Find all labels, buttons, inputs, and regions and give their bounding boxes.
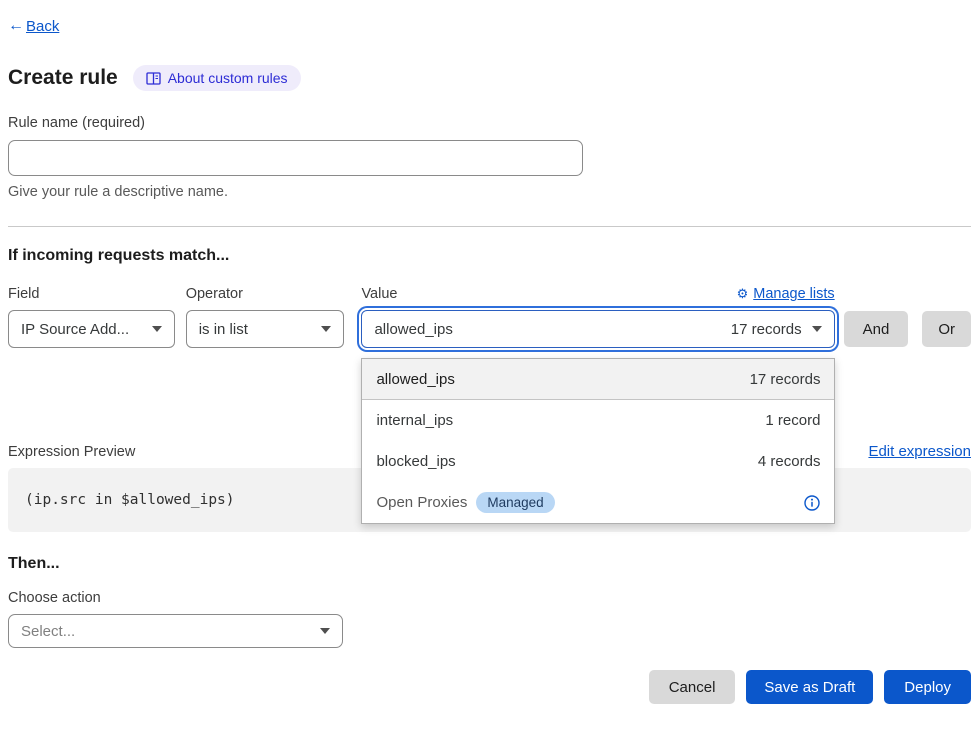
match-heading: If incoming requests match... [8,247,971,265]
operator-select-value: is in list [199,321,248,338]
choose-action-label: Choose action [8,590,971,606]
footer-actions: Cancel Save as Draft Deploy [8,670,971,704]
rule-name-label: Rule name (required) [8,115,971,131]
edit-expression-link[interactable]: Edit expression [868,443,971,460]
value-select-count: 17 records [731,321,802,338]
title-row: Create rule About custom rules [8,65,971,91]
about-custom-rules-link[interactable]: About custom rules [133,65,301,91]
gear-icon: ⚙ [737,286,749,302]
save-as-draft-button[interactable]: Save as Draft [746,670,873,704]
condition-row: Field IP Source Add... Operator is in li… [8,286,971,348]
rule-name-helper: Give your rule a descriptive name. [8,184,971,200]
value-select-value: allowed_ips [374,321,452,338]
back-link[interactable]: ←Back [8,17,59,35]
section-divider [8,226,971,227]
back-arrow-icon: ← [8,17,24,35]
chevron-down-icon [812,326,822,332]
list-record-count: 1 record [765,412,820,429]
field-label: Field [8,286,175,302]
then-heading: Then... [8,555,971,573]
list-name: blocked_ips [376,453,455,470]
value-column: Value ⚙Manage lists allowed_ips 17 recor… [361,286,834,348]
dropdown-item-open-proxies[interactable]: Open Proxies Managed [362,482,834,523]
manage-lists-link[interactable]: ⚙Manage lists [737,286,835,302]
chevron-down-icon [320,628,330,634]
list-name: allowed_ips [376,371,454,388]
create-rule-page: ←Back Create rule About custom rules Rul… [0,0,979,704]
manage-lists-label: Manage lists [753,286,834,302]
action-select[interactable]: Select... [8,614,343,648]
operator-column: Operator is in list [186,286,345,348]
action-select-placeholder: Select... [21,623,75,640]
list-record-count: 17 records [750,371,821,388]
value-label: Value [361,286,397,302]
deploy-button[interactable]: Deploy [884,670,971,704]
cancel-button[interactable]: Cancel [649,670,736,704]
dropdown-item-blocked-ips[interactable]: blocked_ips 4 records [362,441,834,482]
book-icon [146,72,161,85]
rule-name-input[interactable] [8,140,583,176]
list-name: Open Proxies [376,494,467,511]
dropdown-item-internal-ips[interactable]: internal_ips 1 record [362,400,834,441]
back-row: ←Back [8,0,971,35]
about-custom-rules-label: About custom rules [168,70,288,86]
chevron-down-icon [321,326,331,332]
field-select[interactable]: IP Source Add... [8,310,175,348]
chevron-down-icon [152,326,162,332]
field-select-value: IP Source Add... [21,321,129,338]
and-button[interactable]: And [844,311,909,347]
managed-badge: Managed [476,492,554,513]
expression-preview-label: Expression Preview [8,444,135,460]
list-record-count: 4 records [758,453,821,470]
operator-select[interactable]: is in list [186,310,345,348]
field-column: Field IP Source Add... [8,286,175,348]
or-button[interactable]: Or [922,311,971,347]
info-icon[interactable] [804,495,820,511]
value-label-row: Value ⚙Manage lists [361,286,834,302]
back-link-label: Back [26,18,59,35]
list-name: internal_ips [376,412,453,429]
expression-code: (ip.src in $allowed_ips) [25,492,235,508]
operator-label: Operator [186,286,345,302]
lists-dropdown-menu: allowed_ips 17 records internal_ips 1 re… [361,358,835,524]
value-select[interactable]: allowed_ips 17 records [361,310,834,348]
page-title: Create rule [8,66,118,90]
dropdown-item-allowed-ips[interactable]: allowed_ips 17 records [362,359,834,400]
